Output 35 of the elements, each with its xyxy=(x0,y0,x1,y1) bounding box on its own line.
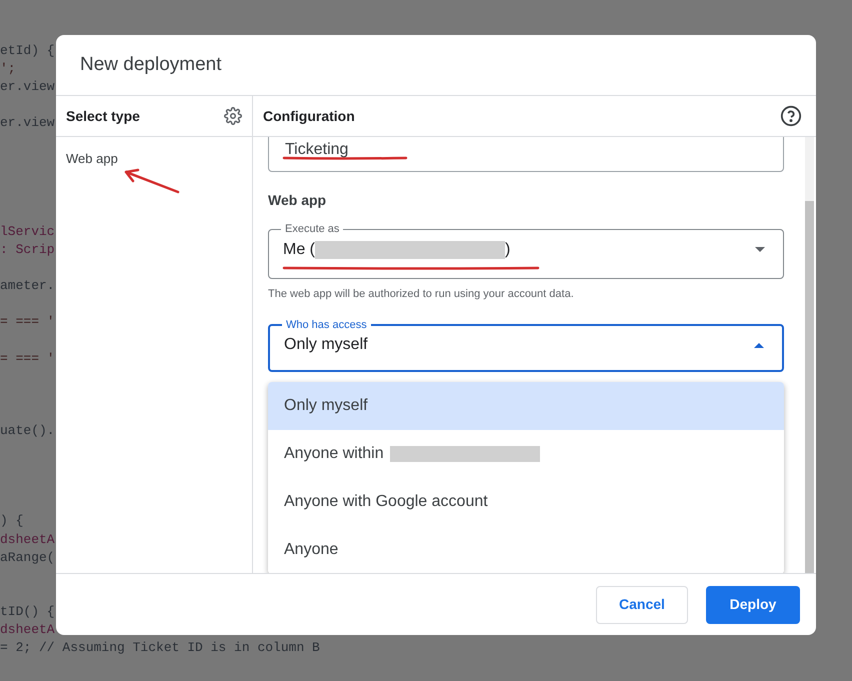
help-icon[interactable] xyxy=(780,105,802,127)
dropdown-option[interactable]: Only myself xyxy=(268,382,784,430)
code-line: er.view xyxy=(0,79,55,94)
deploy-button[interactable]: Deploy xyxy=(706,586,800,624)
dropdown-caret-icon xyxy=(755,247,765,252)
code-line: ameter. xyxy=(0,278,55,294)
type-item[interactable]: Web app xyxy=(56,149,252,169)
dropdown-caret-icon xyxy=(754,342,764,348)
code-line: ) { xyxy=(0,513,24,528)
code-line: er.view xyxy=(0,115,55,130)
dropdown-option[interactable]: Anyone within xyxy=(268,430,784,478)
name-field[interactable]: Ticketing xyxy=(268,137,784,172)
panel-heading: Select type xyxy=(66,106,140,126)
execute-as-select[interactable]: Execute as Me ( ) xyxy=(268,221,784,279)
code-line: uate(). xyxy=(0,422,55,438)
code-line: = === ' xyxy=(0,350,55,366)
dialog-title: New deployment xyxy=(80,52,222,77)
section-heading: Web app xyxy=(268,191,326,210)
cancel-button[interactable]: Cancel xyxy=(596,586,688,624)
helper-text: The web app will be authorized to run using your account data. xyxy=(268,287,574,302)
settings-icon[interactable] xyxy=(224,107,242,125)
code-line: = === ' xyxy=(0,314,55,330)
panel-heading: Configuration xyxy=(263,106,355,126)
code-line: '; xyxy=(0,61,16,76)
annotation-arrow xyxy=(122,166,180,194)
code-line: dsheetA xyxy=(0,532,55,547)
dropdown-option[interactable]: Anyone xyxy=(268,526,784,573)
code-line: aRange( xyxy=(0,550,55,565)
dropdown-option[interactable]: Anyone with Google account xyxy=(268,478,784,526)
code-line: etId) { xyxy=(0,43,55,58)
code-line: tID() { xyxy=(0,604,55,619)
code-line: : Scrip xyxy=(0,242,55,258)
code-line: dsheetA xyxy=(0,622,55,637)
code-line: lServic xyxy=(0,224,55,239)
code-line: = 2; // Assuming Ticket ID is in column B xyxy=(0,640,320,656)
